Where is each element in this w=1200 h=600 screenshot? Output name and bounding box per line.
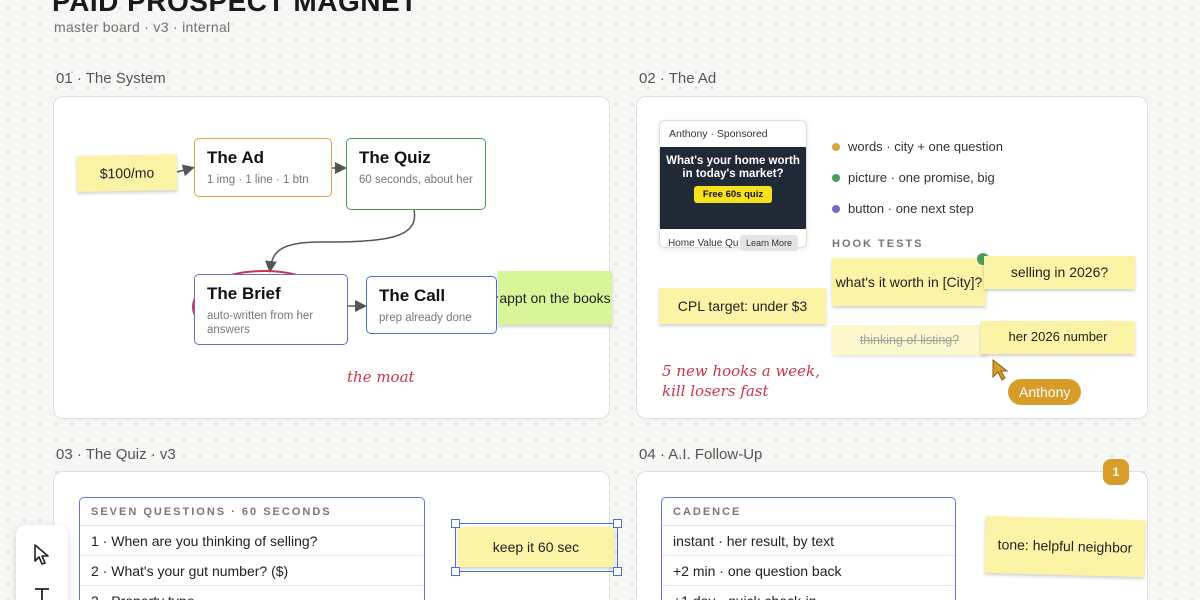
sticky-keep-60[interactable]: keep it 60 sec — [458, 527, 614, 567]
quiz-question-list[interactable]: SEVEN QUESTIONS · 60 SECONDS 1 · When ar… — [79, 497, 425, 600]
selection-box[interactable]: keep it 60 sec — [451, 519, 622, 576]
flow-node-call-sub: prep already done — [379, 312, 472, 324]
resize-handle-icon[interactable] — [613, 519, 622, 528]
flow-node-ad-sub: 1 img · 1 line · 1 btn — [207, 174, 309, 186]
hook-tests-label: HOOK TESTS — [832, 238, 924, 250]
resize-handle-icon[interactable] — [451, 567, 460, 576]
learn-more-button[interactable]: Learn More — [739, 235, 798, 251]
sticky-keep-60-text: keep it 60 sec — [492, 538, 580, 555]
sticky-hook-2026[interactable]: selling in 2026? — [984, 256, 1135, 289]
sticky-hook-listing-discarded[interactable]: thinking of listing? — [832, 325, 987, 355]
quiz-question-row[interactable]: 1 · When are you thinking of selling? — [80, 526, 424, 556]
sticky-hook-number[interactable]: her 2026 number — [981, 321, 1135, 354]
text-tool-icon[interactable] — [34, 587, 50, 600]
sticky-cpl-target[interactable]: CPL target: under $3 — [659, 288, 826, 324]
sticky-hook-listing-text: thinking of listing? — [859, 332, 960, 347]
bullet-dot-icon — [832, 204, 840, 213]
flow-node-call[interactable]: The Call prep already done — [366, 276, 497, 334]
flow-node-call-title: The Call — [379, 286, 446, 305]
annotation-moat: the moat — [347, 368, 415, 386]
sticky-budget[interactable]: $100/mo — [76, 154, 178, 192]
cursor-user-label: Anthony — [1008, 379, 1082, 405]
followup-cadence-list[interactable]: CADENCE instant · her result, by text +2… — [661, 497, 956, 600]
sticky-hook-city[interactable]: what's it worth in [City]? — [832, 258, 986, 306]
sticky-appt[interactable]: appt on the books — [498, 271, 612, 325]
cursor-arrow-icon — [992, 359, 1008, 381]
ad-preview-cta[interactable]: Free 60s quiz — [693, 186, 773, 204]
resize-handle-icon[interactable] — [451, 519, 460, 528]
flow-node-ad[interactable]: The Ad 1 img · 1 line · 1 btn — [194, 138, 332, 197]
ad-bullet-button-text: button · one next step — [848, 201, 974, 216]
sticky-tone[interactable]: tone: helpful neighbor — [984, 515, 1146, 578]
cadence-row[interactable]: +1 day · quick check-in — [662, 586, 955, 600]
sticky-hook-2026-text: selling in 2026? — [1010, 264, 1109, 281]
flow-node-brief-sub: auto-written from her answers — [207, 310, 314, 337]
annotation-hooks: 5 new hooks a week, kill losers fast — [662, 362, 820, 401]
resize-handle-icon[interactable] — [613, 567, 622, 576]
flow-node-brief-title: The Brief — [207, 284, 281, 303]
bullet-dot-icon — [832, 173, 840, 182]
cadence-row[interactable]: instant · her result, by text — [662, 526, 955, 556]
ad-bullet-button: button · one next step — [832, 193, 1003, 224]
ad-bullet-words-text: words · city + one question — [848, 139, 1003, 154]
ad-preview-footer-text: Home Value Qu — [668, 237, 739, 249]
flow-node-quiz-title: The Quiz — [359, 148, 431, 167]
ad-preview-headline: What's your home worth in today's market… — [666, 155, 800, 181]
ad-bullet-picture-text: picture · one promise, big — [848, 170, 995, 185]
ad-preview-image: What's your home worth in today's market… — [660, 147, 806, 229]
flow-node-quiz-sub: 60 seconds, about her — [359, 174, 473, 186]
flow-node-brief[interactable]: The Brief auto-written from her answers — [194, 274, 348, 345]
quiz-question-row[interactable]: 3 · Property type — [80, 586, 424, 600]
sticky-budget-text: $100/mo — [99, 164, 155, 182]
flow-node-ad-title: The Ad — [207, 148, 264, 167]
cadence-list-header: CADENCE — [662, 498, 955, 526]
quiz-question-row[interactable]: 2 · What's your gut number? ($) — [80, 556, 424, 586]
flow-node-quiz[interactable]: The Quiz 60 seconds, about her — [346, 138, 486, 210]
ad-preview-card[interactable]: Anthony · Sponsored What's your home wor… — [659, 120, 807, 251]
cadence-row[interactable]: +2 min · one question back — [662, 556, 955, 586]
ad-bullet-words: words · city + one question — [832, 131, 1003, 162]
sticky-cpl-target-text: CPL target: under $3 — [677, 297, 808, 314]
ad-bullet-list: words · city + one question picture · on… — [832, 131, 1003, 224]
sticky-hook-number-text: her 2026 number — [1008, 329, 1108, 345]
comment-badge-count: 1 — [1112, 465, 1120, 479]
bullet-dot-icon — [832, 142, 840, 151]
select-tool-icon[interactable] — [33, 543, 51, 565]
ad-preview-footer: Home Value Qu Learn More — [660, 229, 806, 257]
comment-badge[interactable]: 1 — [1103, 459, 1129, 485]
sticky-tone-text: tone: helpful neighbor — [997, 536, 1133, 557]
quiz-list-header: SEVEN QUESTIONS · 60 SECONDS — [80, 498, 424, 526]
sticky-hook-city-text: what's it worth in [City]? — [835, 273, 983, 290]
ad-bullet-picture: picture · one promise, big — [832, 162, 1003, 193]
sticky-appt-text: appt on the books — [499, 289, 611, 306]
arrow-quiz-to-brief — [265, 209, 416, 273]
ad-preview-account: Anthony · Sponsored — [669, 128, 768, 140]
tool-rail — [16, 525, 68, 600]
arrow-budget-to-ad — [176, 164, 195, 177]
